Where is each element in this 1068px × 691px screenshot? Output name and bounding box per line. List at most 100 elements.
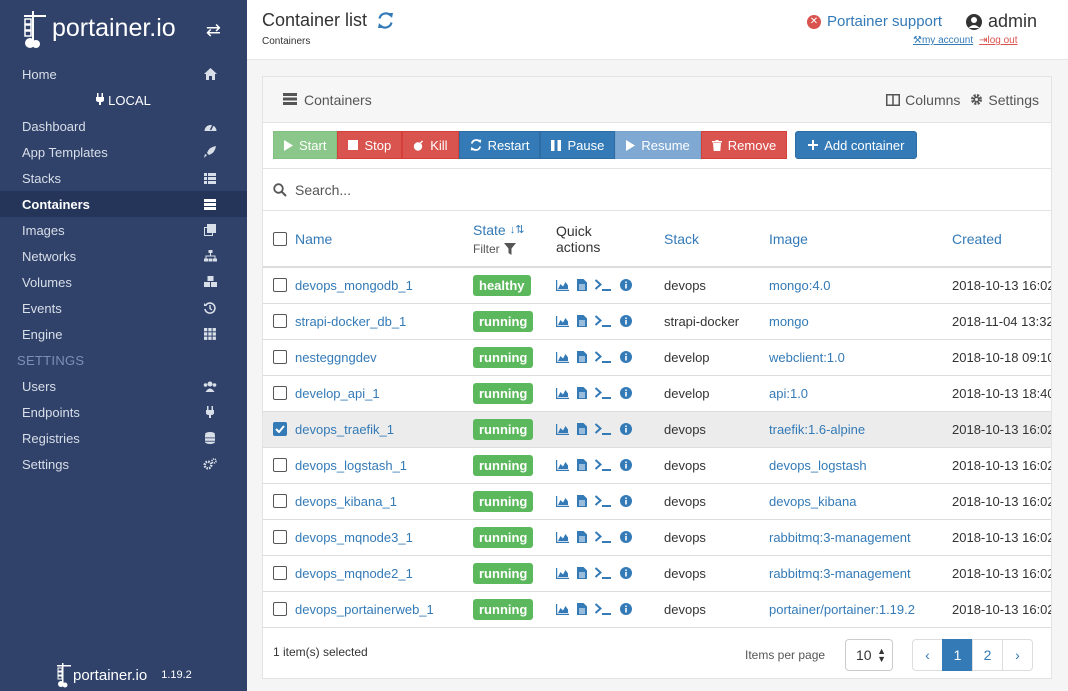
refresh-icon[interactable]	[377, 12, 394, 29]
logs-icon[interactable]	[577, 315, 587, 327]
info-icon[interactable]	[620, 387, 632, 399]
sidebar-item-home[interactable]: Home	[0, 61, 247, 87]
support-link[interactable]: ✕ Portainer support	[807, 13, 942, 30]
sidebar-item-images[interactable]: Images	[0, 217, 247, 243]
info-icon[interactable]	[620, 351, 632, 363]
sidebar-item-containers[interactable]: Containers	[0, 191, 247, 217]
sidebar-item-registries[interactable]: Registries	[0, 425, 247, 451]
table-row[interactable]: devops_logstash_1 running devops devops_log…	[263, 447, 1051, 484]
row-checkbox[interactable]	[273, 494, 287, 508]
image-link[interactable]: webclient:1.0	[769, 350, 845, 365]
stats-icon[interactable]	[556, 567, 569, 579]
column-header-state[interactable]: State ↓⇅ Filter	[473, 211, 556, 267]
sidebar-item-events[interactable]: Events	[0, 295, 247, 321]
row-checkbox[interactable]	[273, 458, 287, 472]
container-name-link[interactable]: devops_logstash_1	[295, 458, 407, 473]
table-row[interactable]: devops_mongodb_1 healthy devops mongo:4.0 20…	[263, 267, 1051, 304]
stats-icon[interactable]	[556, 351, 569, 363]
image-link[interactable]: rabbitmq:3-management	[769, 530, 911, 545]
image-link[interactable]: rabbitmq:3-management	[769, 566, 911, 581]
console-icon[interactable]	[595, 531, 612, 543]
table-row[interactable]: nesteggngdev running develop webclient:1.0 2…	[263, 339, 1051, 376]
stats-icon[interactable]	[556, 459, 569, 471]
sidebar-item-engine[interactable]: Engine	[0, 321, 247, 347]
console-icon[interactable]	[595, 387, 612, 399]
stats-icon[interactable]	[556, 531, 569, 543]
image-link[interactable]: traefik:1.6-alpine	[769, 422, 865, 437]
items-per-page-select[interactable]: 10 ▲ ▼	[845, 639, 893, 671]
console-icon[interactable]	[595, 423, 612, 435]
sidebar-item-dashboard[interactable]: Dashboard	[0, 113, 247, 139]
logs-icon[interactable]	[577, 495, 587, 507]
container-name-link[interactable]: devops_mqnode3_1	[295, 530, 413, 545]
brand-logo[interactable]: portainer.io	[20, 9, 176, 49]
stats-icon[interactable]	[556, 315, 569, 327]
settings-button[interactable]: Settings	[970, 92, 1039, 108]
remove-button[interactable]: Remove	[700, 131, 788, 159]
select-all-checkbox[interactable]	[273, 231, 287, 246]
table-row[interactable]: devops_kibana_1 running devops devops_kiban…	[263, 483, 1051, 520]
row-checkbox[interactable]	[273, 386, 287, 400]
row-checkbox[interactable]	[273, 530, 287, 544]
table-row[interactable]: devops_portainerweb_1 running devops portai…	[263, 591, 1051, 628]
sidebar-item-endpoints[interactable]: Endpoints	[0, 399, 247, 425]
container-name-link[interactable]: nesteggngdev	[295, 350, 377, 365]
console-icon[interactable]	[595, 495, 612, 507]
logout-link[interactable]: ⇥log out	[979, 35, 1017, 46]
info-icon[interactable]	[620, 495, 632, 507]
container-name-link[interactable]: devops_traefik_1	[295, 422, 394, 437]
logs-icon[interactable]	[577, 387, 587, 399]
stats-icon[interactable]	[556, 279, 569, 291]
image-link[interactable]: portainer/portainer:1.19.2	[769, 602, 915, 617]
container-name-link[interactable]: strapi-docker_db_1	[295, 314, 406, 329]
image-link[interactable]: devops_logstash	[769, 458, 867, 473]
container-name-link[interactable]: devops_portainerweb_1	[295, 602, 434, 617]
stats-icon[interactable]	[556, 603, 569, 615]
logs-icon[interactable]	[577, 423, 587, 435]
console-icon[interactable]	[595, 567, 612, 579]
image-link[interactable]: api:1.0	[769, 386, 808, 401]
column-header-created[interactable]: Created	[952, 211, 1051, 267]
table-row[interactable]: strapi-docker_db_1 running strapi-docker mo…	[263, 303, 1051, 340]
sidebar-item-volumes[interactable]: Volumes	[0, 269, 247, 295]
console-icon[interactable]	[595, 603, 612, 615]
sidebar-item-settings[interactable]: Settings	[0, 451, 247, 477]
image-link[interactable]: mongo:4.0	[769, 278, 830, 293]
console-icon[interactable]	[595, 279, 612, 292]
console-icon[interactable]	[595, 459, 612, 471]
container-name-link[interactable]: devops_mongodb_1	[295, 278, 413, 293]
container-name-link[interactable]: develop_api_1	[295, 386, 380, 401]
table-row[interactable]: devops_mqnode3_1 running devops rabbitmq:3-…	[263, 519, 1051, 556]
column-header-image[interactable]: Image	[769, 211, 952, 267]
column-header-stack[interactable]: Stack	[664, 211, 769, 267]
row-checkbox[interactable]	[273, 422, 287, 436]
container-name-link[interactable]: devops_kibana_1	[295, 494, 397, 509]
info-icon[interactable]	[620, 459, 632, 471]
image-link[interactable]: mongo	[769, 314, 809, 329]
row-checkbox[interactable]	[273, 602, 287, 616]
info-icon[interactable]	[620, 279, 632, 292]
logs-icon[interactable]	[577, 603, 587, 615]
prev-page-button[interactable]: ‹	[912, 639, 943, 671]
sidebar-item-users[interactable]: Users	[0, 373, 247, 399]
row-checkbox[interactable]	[273, 278, 287, 293]
image-link[interactable]: devops_kibana	[769, 494, 856, 509]
page-1-button[interactable]: 1	[942, 639, 973, 671]
table-row[interactable]: devops_mqnode2_1 running devops rabbitmq:3-…	[263, 555, 1051, 592]
info-icon[interactable]	[620, 531, 632, 543]
pause-button[interactable]: Pause	[540, 131, 616, 159]
info-icon[interactable]	[620, 603, 632, 615]
kill-button[interactable]: Kill	[402, 131, 459, 159]
add-container-button[interactable]: Add container	[795, 131, 918, 159]
logs-icon[interactable]	[577, 531, 587, 543]
stats-icon[interactable]	[556, 387, 569, 399]
info-icon[interactable]	[620, 423, 632, 435]
logs-icon[interactable]	[577, 279, 587, 292]
row-checkbox[interactable]	[273, 350, 287, 364]
logs-icon[interactable]	[577, 459, 587, 471]
table-row[interactable]: devops_traefik_1 running devops traefik:1.6…	[263, 411, 1051, 448]
row-checkbox[interactable]	[273, 566, 287, 580]
next-page-button[interactable]: ›	[1002, 639, 1033, 671]
sidebar-item-networks[interactable]: Networks	[0, 243, 247, 269]
state-filter[interactable]: Filter	[473, 242, 556, 256]
